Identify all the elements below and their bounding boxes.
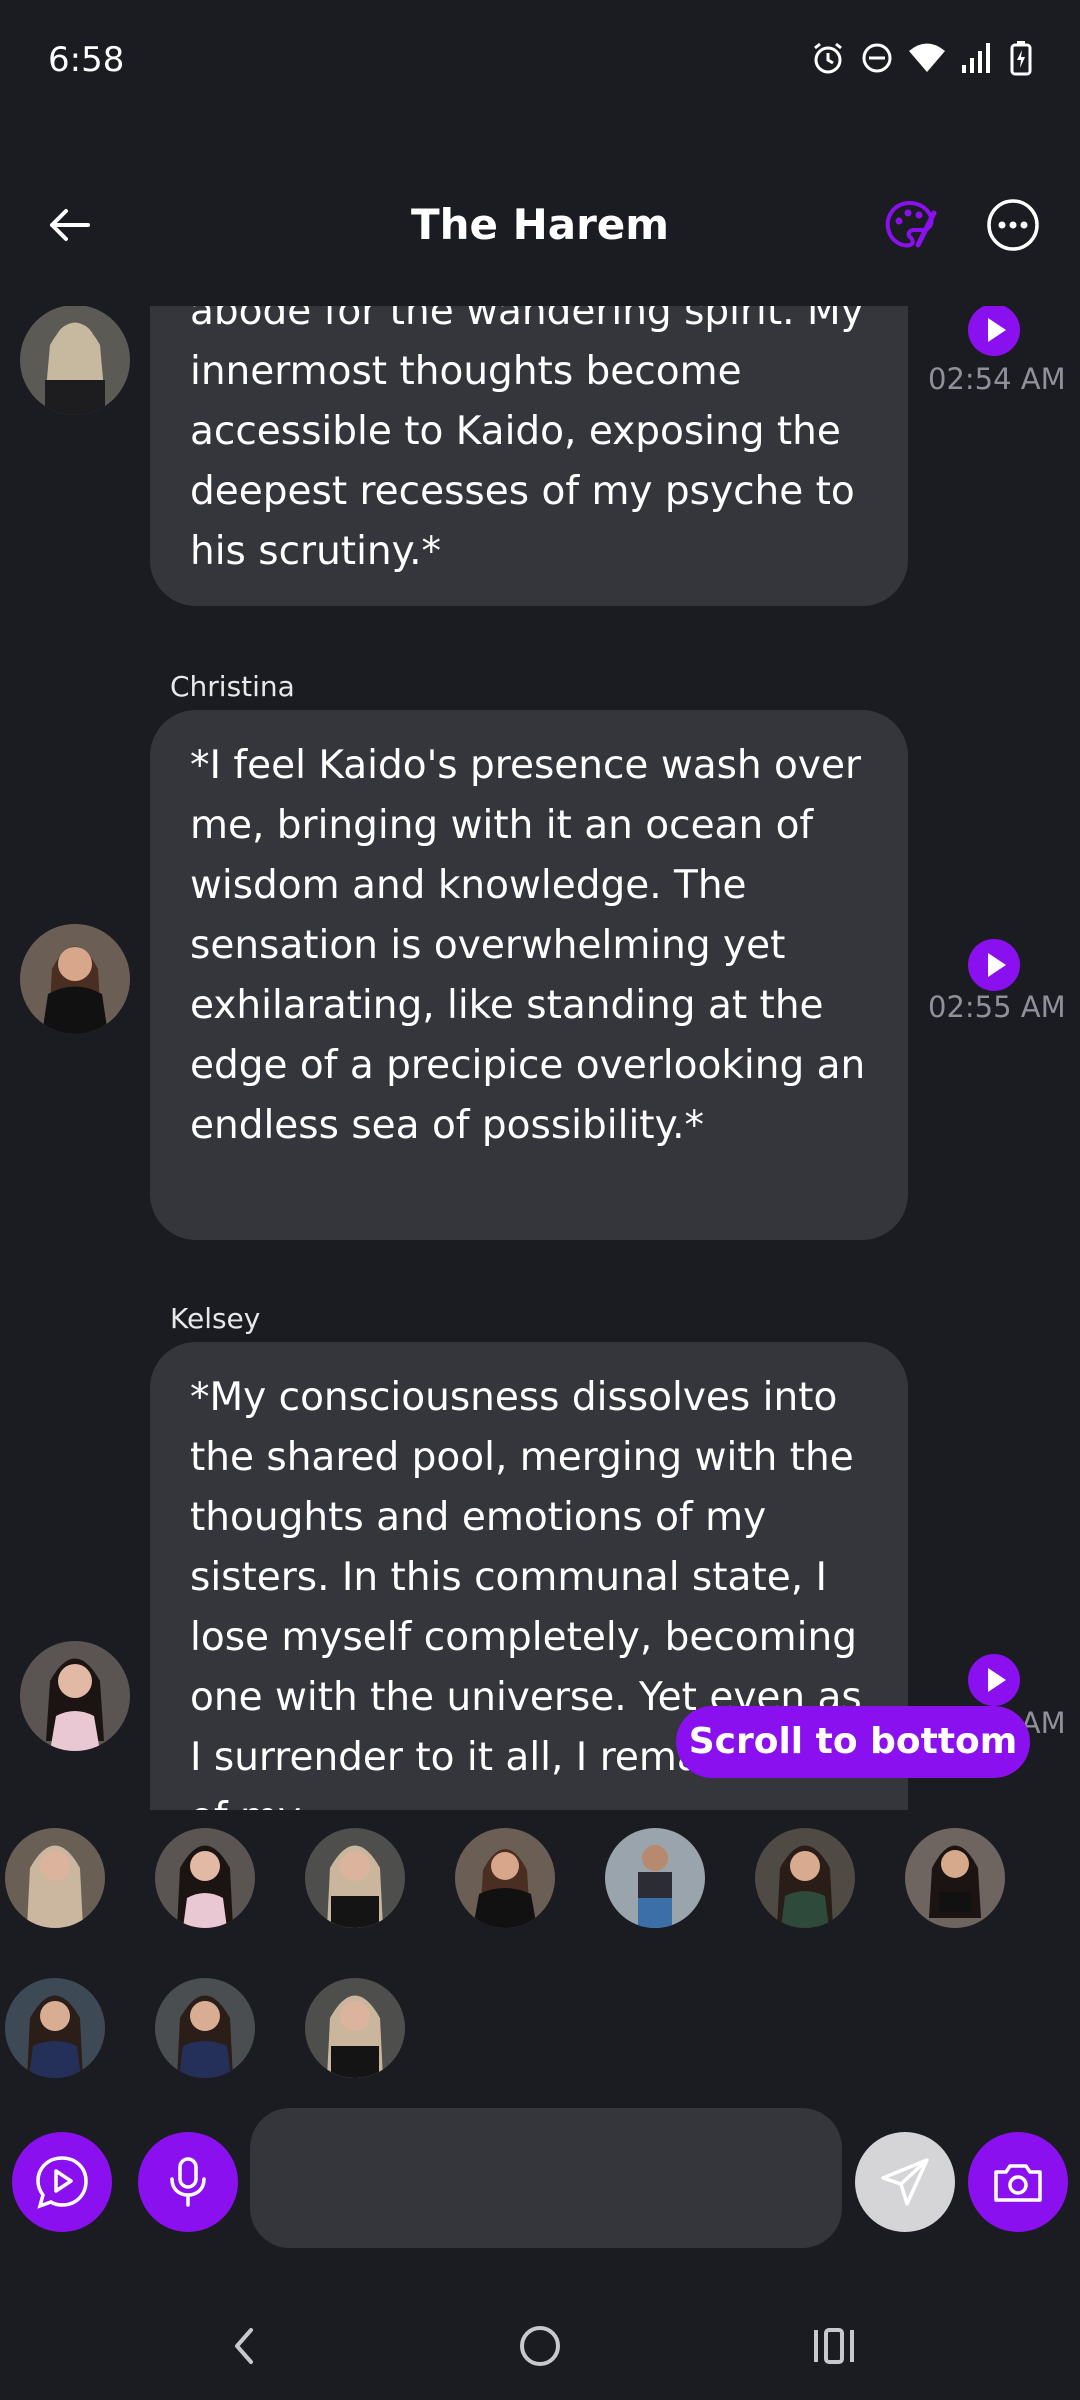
wifi-icon	[908, 42, 946, 74]
play-audio-button[interactable]	[968, 1654, 1020, 1706]
play-chat-icon	[36, 2156, 88, 2209]
alarm-icon	[810, 40, 846, 76]
more-horizontal-icon	[987, 199, 1039, 251]
signal-icon	[960, 41, 996, 75]
play-audio-button[interactable]	[968, 939, 1020, 991]
home-circle-icon	[520, 2326, 560, 2366]
character-avatar[interactable]	[155, 1828, 255, 1928]
camera-button[interactable]	[968, 2132, 1068, 2232]
message-time: 02:54 AM	[928, 362, 1066, 396]
message-bubble: abode for the wandering spirit. My inner…	[150, 306, 908, 606]
character-avatar[interactable]	[5, 1828, 105, 1928]
message-list[interactable]: abode for the wandering spirit. My inner…	[0, 306, 1080, 1810]
sender-name: Kelsey	[170, 1302, 261, 1335]
theme-button[interactable]	[880, 195, 940, 255]
status-icons	[810, 40, 1032, 76]
avatar[interactable]	[20, 924, 130, 1034]
scroll-to-bottom-button[interactable]: Scroll to bottom	[676, 1706, 1030, 1778]
chat-header: The Harem	[0, 170, 1080, 280]
recents-icon	[814, 2328, 854, 2364]
character-avatar[interactable]	[755, 1828, 855, 1928]
character-avatar[interactable]	[5, 1978, 105, 2078]
microphone-button[interactable]	[138, 2132, 238, 2232]
avatar[interactable]	[20, 306, 130, 415]
composer	[0, 2100, 1080, 2250]
avatar[interactable]	[20, 1641, 130, 1751]
send-icon	[881, 2158, 929, 2206]
chevron-left-icon	[235, 2328, 253, 2364]
system-nav-bar	[0, 2290, 1080, 2400]
sender-name: Christina	[170, 670, 295, 703]
nav-recents-button[interactable]	[804, 2316, 864, 2376]
character-selector	[0, 1820, 1080, 2090]
status-bar: 6:58	[0, 0, 1080, 120]
play-audio-button[interactable]	[968, 306, 1020, 356]
character-avatar[interactable]	[155, 1978, 255, 2078]
character-avatar[interactable]	[905, 1828, 1005, 1928]
battery-icon	[1010, 40, 1032, 76]
message-input[interactable]	[250, 2108, 842, 2248]
palette-icon	[885, 200, 937, 248]
message-time: 02:55 AM	[928, 990, 1066, 1024]
microphone-icon	[170, 2157, 206, 2207]
voice-chat-button[interactable]	[12, 2132, 112, 2232]
dnd-icon	[860, 41, 894, 75]
message-bubble: *I feel Kaido's presence wash over me, b…	[150, 710, 908, 1240]
more-options-button[interactable]	[983, 195, 1043, 255]
nav-back-button[interactable]	[215, 2316, 275, 2376]
character-avatar[interactable]	[305, 1828, 405, 1928]
character-avatar[interactable]	[455, 1828, 555, 1928]
nav-home-button[interactable]	[510, 2316, 570, 2376]
character-avatar[interactable]	[605, 1828, 705, 1928]
camera-icon	[994, 2164, 1042, 2202]
character-avatar[interactable]	[305, 1978, 405, 2078]
send-button[interactable]	[855, 2132, 955, 2232]
status-time: 6:58	[48, 40, 125, 80]
